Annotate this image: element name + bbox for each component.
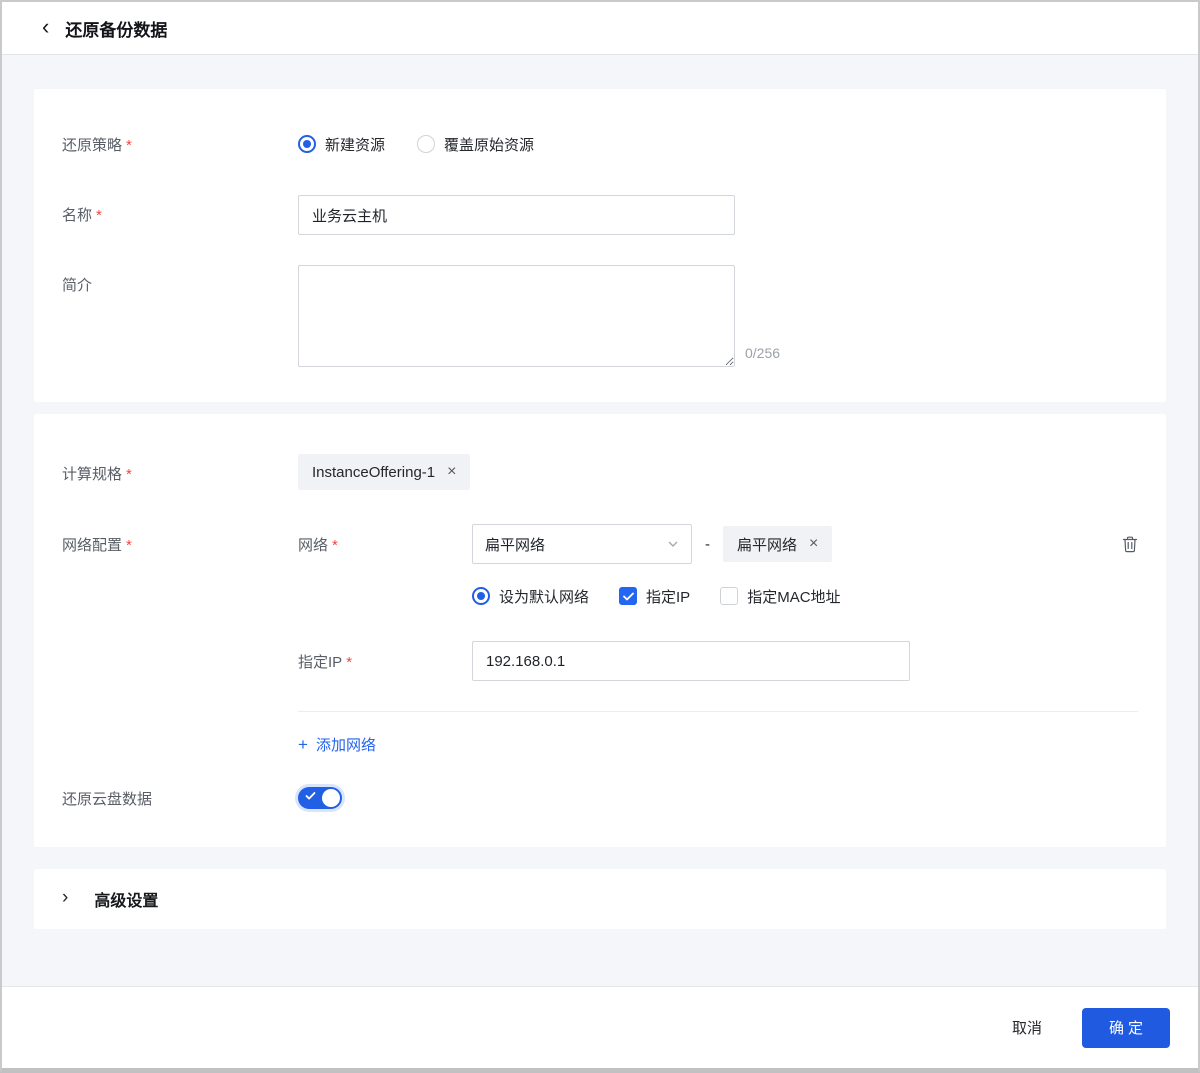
required-mark: * [126, 137, 132, 154]
cancel-button[interactable]: 取消 [1012, 1017, 1042, 1038]
confirm-button[interactable]: 确定 [1082, 1008, 1170, 1048]
checkbox-assign-mac[interactable]: 指定MAC地址 [720, 586, 840, 607]
selected-l3-network-tag: 扁平网络 × [723, 526, 832, 562]
radio-label: 新建资源 [325, 134, 385, 155]
radio-new-resource[interactable]: 新建资源 [298, 134, 385, 155]
description-row: 简介 0/256 [62, 265, 1138, 367]
label-text: 网络 [298, 537, 328, 554]
label-text: 简介 [62, 277, 92, 294]
checkbox-icon [720, 587, 738, 605]
advanced-settings-toggle[interactable]: › 高级设置 [34, 869, 1166, 929]
char-counter: 0/256 [745, 345, 780, 367]
restore-strategy-label: 还原策略* [62, 133, 298, 155]
check-icon [305, 791, 316, 801]
restore-volume-label: 还原云盘数据 [62, 787, 298, 809]
label-text: 还原策略 [62, 137, 122, 154]
assign-ip-input[interactable] [472, 641, 910, 681]
chevron-down-icon [667, 538, 679, 550]
plus-icon: + [298, 736, 308, 753]
assign-ip-label: 指定IP* [298, 651, 472, 672]
close-icon[interactable]: × [809, 536, 818, 552]
footer: 取消 确定 [2, 986, 1198, 1068]
network-config-row: 网络配置* 网络* 扁平网络 - [62, 524, 1138, 755]
radio-icon [472, 587, 490, 605]
tag-label: 扁平网络 [737, 534, 797, 555]
required-mark: * [126, 537, 132, 554]
network-options-row: 设为默认网络 指定IP 指定MAC地址 [472, 584, 1138, 608]
network-config-label: 网络配置* [62, 524, 298, 555]
name-row: 名称* [62, 195, 1138, 235]
form-body: 还原策略* 新建资源 覆盖原始资源 [2, 55, 1198, 986]
checkbox-label: 指定IP [646, 586, 690, 607]
divider [298, 711, 1138, 712]
required-mark: * [332, 537, 338, 554]
assign-ip-row: 指定IP* [298, 641, 1138, 681]
required-mark: * [96, 207, 102, 224]
description-textarea[interactable] [298, 265, 735, 367]
instance-offering-tag: InstanceOffering-1 × [298, 454, 470, 490]
radio-overwrite-original[interactable]: 覆盖原始资源 [417, 134, 534, 155]
add-network-link[interactable]: + 添加网络 [298, 734, 376, 755]
radio-label: 覆盖原始资源 [444, 134, 534, 155]
checkbox-assign-ip[interactable]: 指定IP [619, 586, 690, 607]
restore-strategy-row: 还原策略* 新建资源 覆盖原始资源 [62, 133, 1138, 155]
tag-label: InstanceOffering-1 [312, 464, 435, 481]
add-network-label: 添加网络 [316, 734, 376, 755]
restore-volume-toggle[interactable] [298, 787, 342, 809]
toggle-knob [322, 789, 340, 807]
network-label: 网络* [298, 534, 472, 555]
back-icon[interactable]: ‹ [42, 16, 49, 38]
restore-volume-row: 还原云盘数据 [62, 787, 1138, 809]
radio-label: 设为默认网络 [499, 586, 589, 607]
label-text: 网络配置 [62, 537, 122, 554]
required-mark: * [346, 654, 352, 671]
radio-icon [298, 135, 316, 153]
advanced-settings-label: 高级设置 [94, 887, 158, 911]
check-icon [623, 592, 634, 601]
radio-default-network[interactable]: 设为默认网络 [472, 586, 589, 607]
basic-info-card: 还原策略* 新建资源 覆盖原始资源 [34, 89, 1166, 402]
close-icon[interactable]: × [447, 464, 456, 480]
description-label: 简介 [62, 265, 298, 295]
chevron-right-icon: › [62, 887, 68, 909]
dash-separator: - [705, 536, 710, 553]
spec-network-card: 计算规格* InstanceOffering-1 × 网络配置* 网络* [34, 414, 1166, 847]
restore-backup-dialog: ‹ 还原备份数据 还原策略* 新建资源 覆盖 [0, 0, 1200, 1073]
network-select[interactable]: 扁平网络 [472, 524, 692, 564]
network-config-group: 网络* 扁平网络 - 扁平网络 × [298, 524, 1138, 755]
page-title: 还原备份数据 [65, 16, 167, 41]
checkbox-label: 指定MAC地址 [747, 586, 840, 607]
instance-offering-row: 计算规格* InstanceOffering-1 × [62, 454, 1138, 490]
trash-icon[interactable] [1122, 536, 1138, 553]
name-label: 名称* [62, 195, 298, 225]
instance-offering-label: 计算规格* [62, 454, 298, 484]
label-text: 还原云盘数据 [62, 791, 152, 808]
label-text: 指定IP [298, 654, 342, 671]
radio-icon [417, 135, 435, 153]
name-input[interactable] [298, 195, 735, 235]
checkbox-icon [619, 587, 637, 605]
label-text: 计算规格 [62, 466, 122, 483]
select-value: 扁平网络 [485, 534, 545, 555]
required-mark: * [126, 466, 132, 483]
network-select-row: 网络* 扁平网络 - 扁平网络 × [298, 524, 1138, 564]
restore-strategy-radio-group: 新建资源 覆盖原始资源 [298, 133, 1138, 155]
header: ‹ 还原备份数据 [2, 2, 1198, 55]
label-text: 名称 [62, 207, 92, 224]
